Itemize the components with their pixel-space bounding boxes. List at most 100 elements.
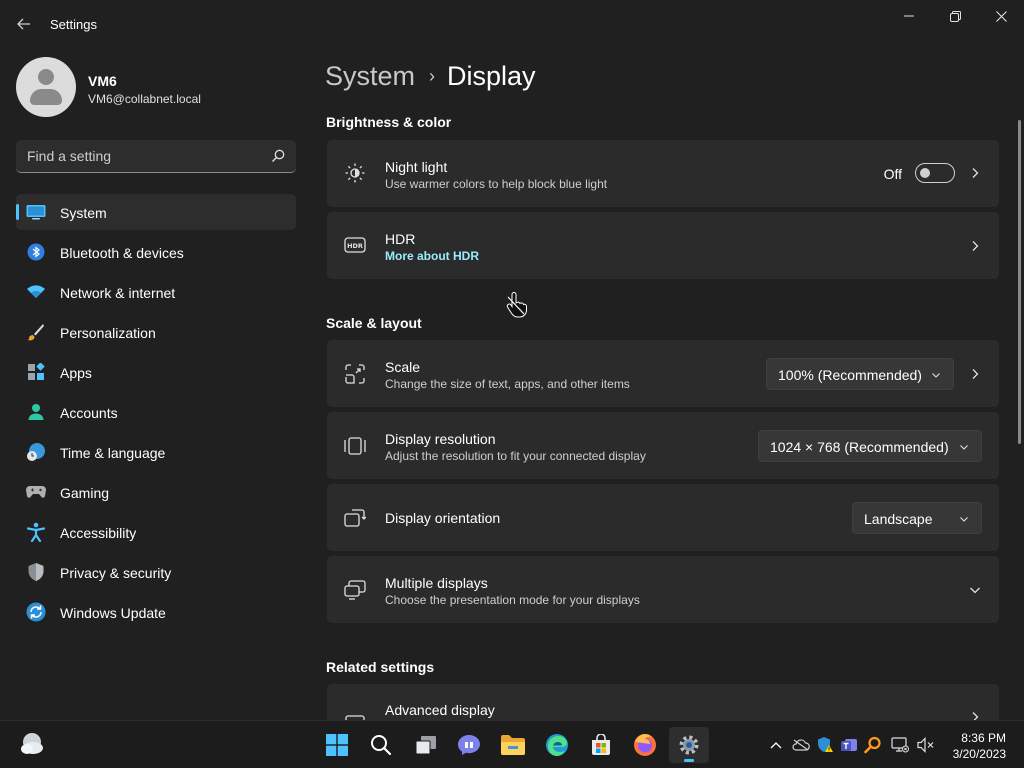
store-button[interactable] [581, 727, 621, 763]
network-tray[interactable] [890, 735, 910, 755]
orientation-icon [344, 507, 366, 529]
avatar [16, 57, 76, 117]
sidebar-item-accounts[interactable]: Accounts [16, 394, 296, 430]
display-resolution-value: 1024 × 768 (Recommended) [770, 439, 949, 455]
night-light-icon [344, 162, 366, 184]
security-tray[interactable] [815, 735, 835, 755]
close-icon [995, 10, 1007, 22]
sidebar-item-bluetooth[interactable]: Bluetooth & devices [16, 234, 296, 270]
sidebar-item-network[interactable]: Network & internet [16, 274, 296, 310]
search-icon[interactable] [270, 148, 286, 164]
task-view-button[interactable] [406, 727, 446, 763]
multiple-displays-subtitle: Choose the presentation mode for your di… [385, 593, 640, 607]
onedrive-tray[interactable] [791, 735, 811, 755]
advanced-display-icon [344, 708, 366, 720]
volume-tray[interactable] [916, 735, 936, 755]
sidebar-item-privacy[interactable]: Privacy & security [16, 554, 296, 590]
display-resolution-title: Display resolution [385, 431, 496, 447]
sidebar-item-label: Privacy & security [60, 565, 172, 581]
maximize-button[interactable] [932, 0, 978, 32]
edge-icon [546, 734, 568, 756]
chevron-up-icon [770, 742, 782, 749]
advanced-display-title: Advanced display [385, 702, 495, 718]
taskbar-search-button[interactable] [361, 727, 401, 763]
sidebar-item-system[interactable]: System [16, 194, 296, 230]
firefox-button[interactable] [625, 727, 665, 763]
clock-time: 8:36 PM [961, 731, 1006, 745]
start-icon [326, 734, 348, 756]
hand-cursor-icon [506, 292, 527, 318]
minimize-icon [904, 15, 914, 17]
sidebar-item-label: Personalization [60, 325, 156, 341]
sidebar-item-label: Network & internet [60, 285, 176, 301]
taskbar: 8:36 PM 3/20/2023 [0, 720, 1024, 768]
weather-cloud-icon[interactable] [18, 731, 46, 757]
display-resolution-dropdown[interactable]: 1024 × 768 (Recommended) [758, 430, 982, 462]
system-icon [26, 203, 46, 221]
apps-icon [26, 363, 46, 381]
search-input[interactable] [16, 140, 256, 172]
minimize-button[interactable] [886, 0, 932, 32]
search-tray[interactable] [863, 735, 883, 755]
svg-text:HDR: HDR [347, 242, 363, 250]
chevron-right-icon [972, 369, 979, 379]
hdr-card[interactable]: HDR HDR More about HDR [327, 212, 999, 279]
user-profile[interactable]: VM6 VM6@collabnet.local [16, 57, 296, 117]
sidebar-item-time-language[interactable]: Time & language [16, 434, 296, 470]
volume-muted-icon [917, 737, 934, 753]
scale-subtitle: Change the size of text, apps, and other… [385, 377, 630, 391]
night-light-title: Night light [385, 159, 448, 175]
settings-button[interactable] [669, 727, 709, 763]
display-orientation-dropdown[interactable]: Landscape [852, 502, 982, 534]
breadcrumb-separator: › [429, 65, 436, 86]
sidebar-item-label: Gaming [60, 485, 110, 501]
sidebar-item-label: Accounts [60, 405, 118, 421]
sidebar-item-accessibility[interactable]: Accessibility [16, 514, 296, 550]
start-button[interactable] [317, 727, 357, 763]
chevron-right-icon [972, 168, 979, 178]
display-resolution-subtitle: Adjust the resolution to fit your connec… [385, 449, 646, 463]
more-about-hdr-link[interactable]: More about HDR [385, 249, 479, 263]
hdr-icon: HDR [344, 234, 366, 256]
sidebar-item-label: Windows Update [60, 605, 166, 621]
file-explorer-icon [501, 735, 525, 755]
edge-button[interactable] [537, 727, 577, 763]
settings-icon [679, 735, 699, 755]
display-resolution-card[interactable]: Display resolution Adjust the resolution… [327, 412, 999, 479]
sidebar-item-windows-update[interactable]: Windows Update [16, 594, 296, 630]
search-box [16, 140, 296, 173]
close-button[interactable] [978, 0, 1024, 32]
night-light-subtitle: Use warmer colors to help block blue lig… [385, 177, 608, 191]
hdr-title: HDR [385, 231, 416, 247]
sidebar-item-label: Accessibility [60, 525, 137, 541]
brush-icon [26, 323, 46, 341]
accessibility-icon [26, 522, 46, 542]
expand-chevron-icon[interactable] [969, 584, 981, 596]
show-hidden-icons-button[interactable] [766, 735, 786, 755]
file-explorer-button[interactable] [493, 727, 533, 763]
scale-card[interactable]: Scale Change the size of text, apps, and… [327, 340, 999, 407]
advanced-display-card[interactable]: Advanced display [327, 684, 999, 720]
breadcrumb-parent[interactable]: System [325, 61, 415, 92]
teams-tray[interactable] [839, 735, 859, 755]
resolution-icon [344, 435, 366, 457]
display-orientation-title: Display orientation [385, 510, 501, 526]
night-light-card[interactable]: Night light Use warmer colors to help bl… [327, 140, 999, 207]
night-light-toggle[interactable] [915, 163, 955, 183]
back-button[interactable] [10, 10, 38, 38]
chat-button[interactable] [449, 727, 489, 763]
onedrive-offline-icon [792, 739, 810, 751]
section-title-brightness: Brightness & color [326, 114, 452, 130]
sidebar-item-apps[interactable]: Apps [16, 354, 296, 390]
taskbar-clock[interactable]: 8:36 PM 3/20/2023 [953, 730, 1006, 762]
display-orientation-card[interactable]: Display orientation Landscape [327, 484, 999, 551]
teams-icon [841, 739, 857, 751]
multiple-displays-card[interactable]: Multiple displays Choose the presentatio… [327, 556, 999, 623]
sidebar-item-gaming[interactable]: Gaming [16, 474, 296, 510]
magnifier-orange-icon [864, 736, 881, 754]
back-arrow-icon [17, 18, 30, 30]
sidebar-item-personalization[interactable]: Personalization [16, 314, 296, 350]
scrollbar[interactable] [1018, 120, 1021, 444]
scale-dropdown[interactable]: 100% (Recommended) [766, 358, 954, 390]
display-orientation-value: Landscape [864, 511, 933, 527]
